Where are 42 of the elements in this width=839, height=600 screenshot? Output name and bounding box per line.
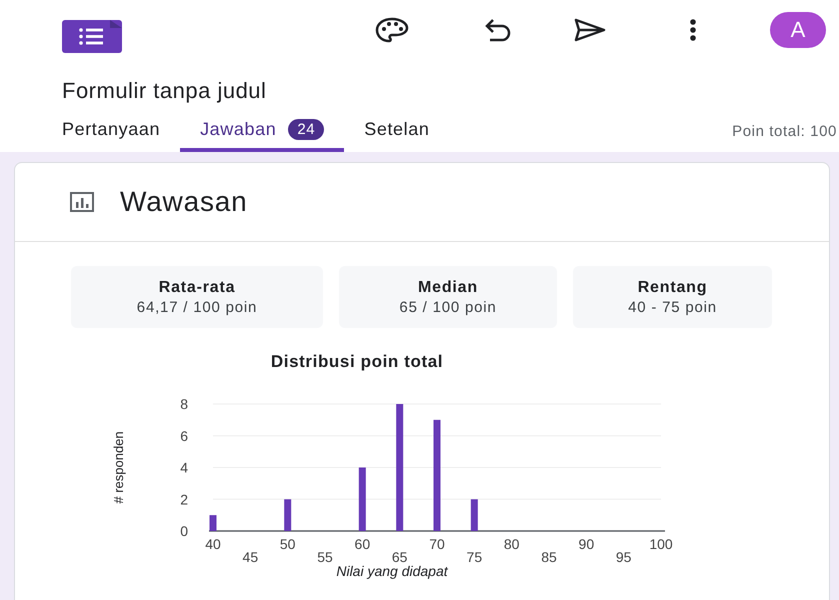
x-tick-label: 85	[541, 549, 557, 565]
tab[interactable]: Setelan	[344, 110, 450, 152]
stat-label: Rentang	[638, 278, 708, 296]
histogram-bar	[210, 515, 216, 531]
y-tick-label: 6	[180, 428, 188, 444]
bar-chart-icon	[70, 192, 94, 212]
x-tick-label: 95	[616, 549, 632, 565]
tab[interactable]: Pertanyaan	[0, 110, 180, 152]
histogram-bar	[470, 499, 478, 531]
x-tick-label: 90	[578, 536, 594, 552]
x-tick-label: 40	[205, 536, 221, 552]
x-tick-label: 55	[317, 549, 333, 565]
forms-logo-icon[interactable]	[62, 20, 122, 53]
chart-title: Distribusi poin total	[270, 352, 444, 372]
total-points: Poin total: 100	[732, 122, 838, 142]
y-axis-title: # responden	[111, 431, 126, 504]
stat-value: 65 / 100 poin	[399, 298, 497, 316]
x-tick-label: 100	[649, 536, 673, 552]
x-tick-label: 70	[429, 536, 445, 552]
x-tick-label: 60	[354, 536, 370, 552]
x-tick-label: 75	[466, 549, 482, 565]
y-tick-label: 4	[180, 460, 188, 476]
y-tick-label: 2	[180, 491, 188, 508]
stat-value: 64,17 / 100 poin	[136, 298, 258, 316]
y-tick-label: 8	[180, 396, 188, 412]
y-tick-label: 0	[180, 523, 188, 539]
x-tick-label: 65	[392, 549, 408, 565]
form-title: Formulir tanpa judul	[61, 78, 268, 104]
send-icon[interactable]	[572, 16, 608, 44]
palette-icon[interactable]	[374, 16, 410, 44]
stat-label: Median	[418, 278, 478, 296]
x-tick-label: 80	[504, 536, 520, 552]
x-axis-title: Nilai yang didapat	[336, 563, 448, 579]
stat-label: Rata-rata	[158, 278, 236, 296]
x-tick-label: 50	[280, 536, 296, 552]
avatar[interactable]: A	[770, 12, 826, 48]
count-badge: 24	[288, 118, 324, 140]
histogram-bar	[358, 468, 366, 531]
stat-value: 40 - 75 poin	[628, 298, 717, 316]
section-title: Wawasan	[120, 186, 248, 218]
histogram-bar	[284, 499, 292, 531]
x-tick-label: 45	[242, 549, 258, 565]
